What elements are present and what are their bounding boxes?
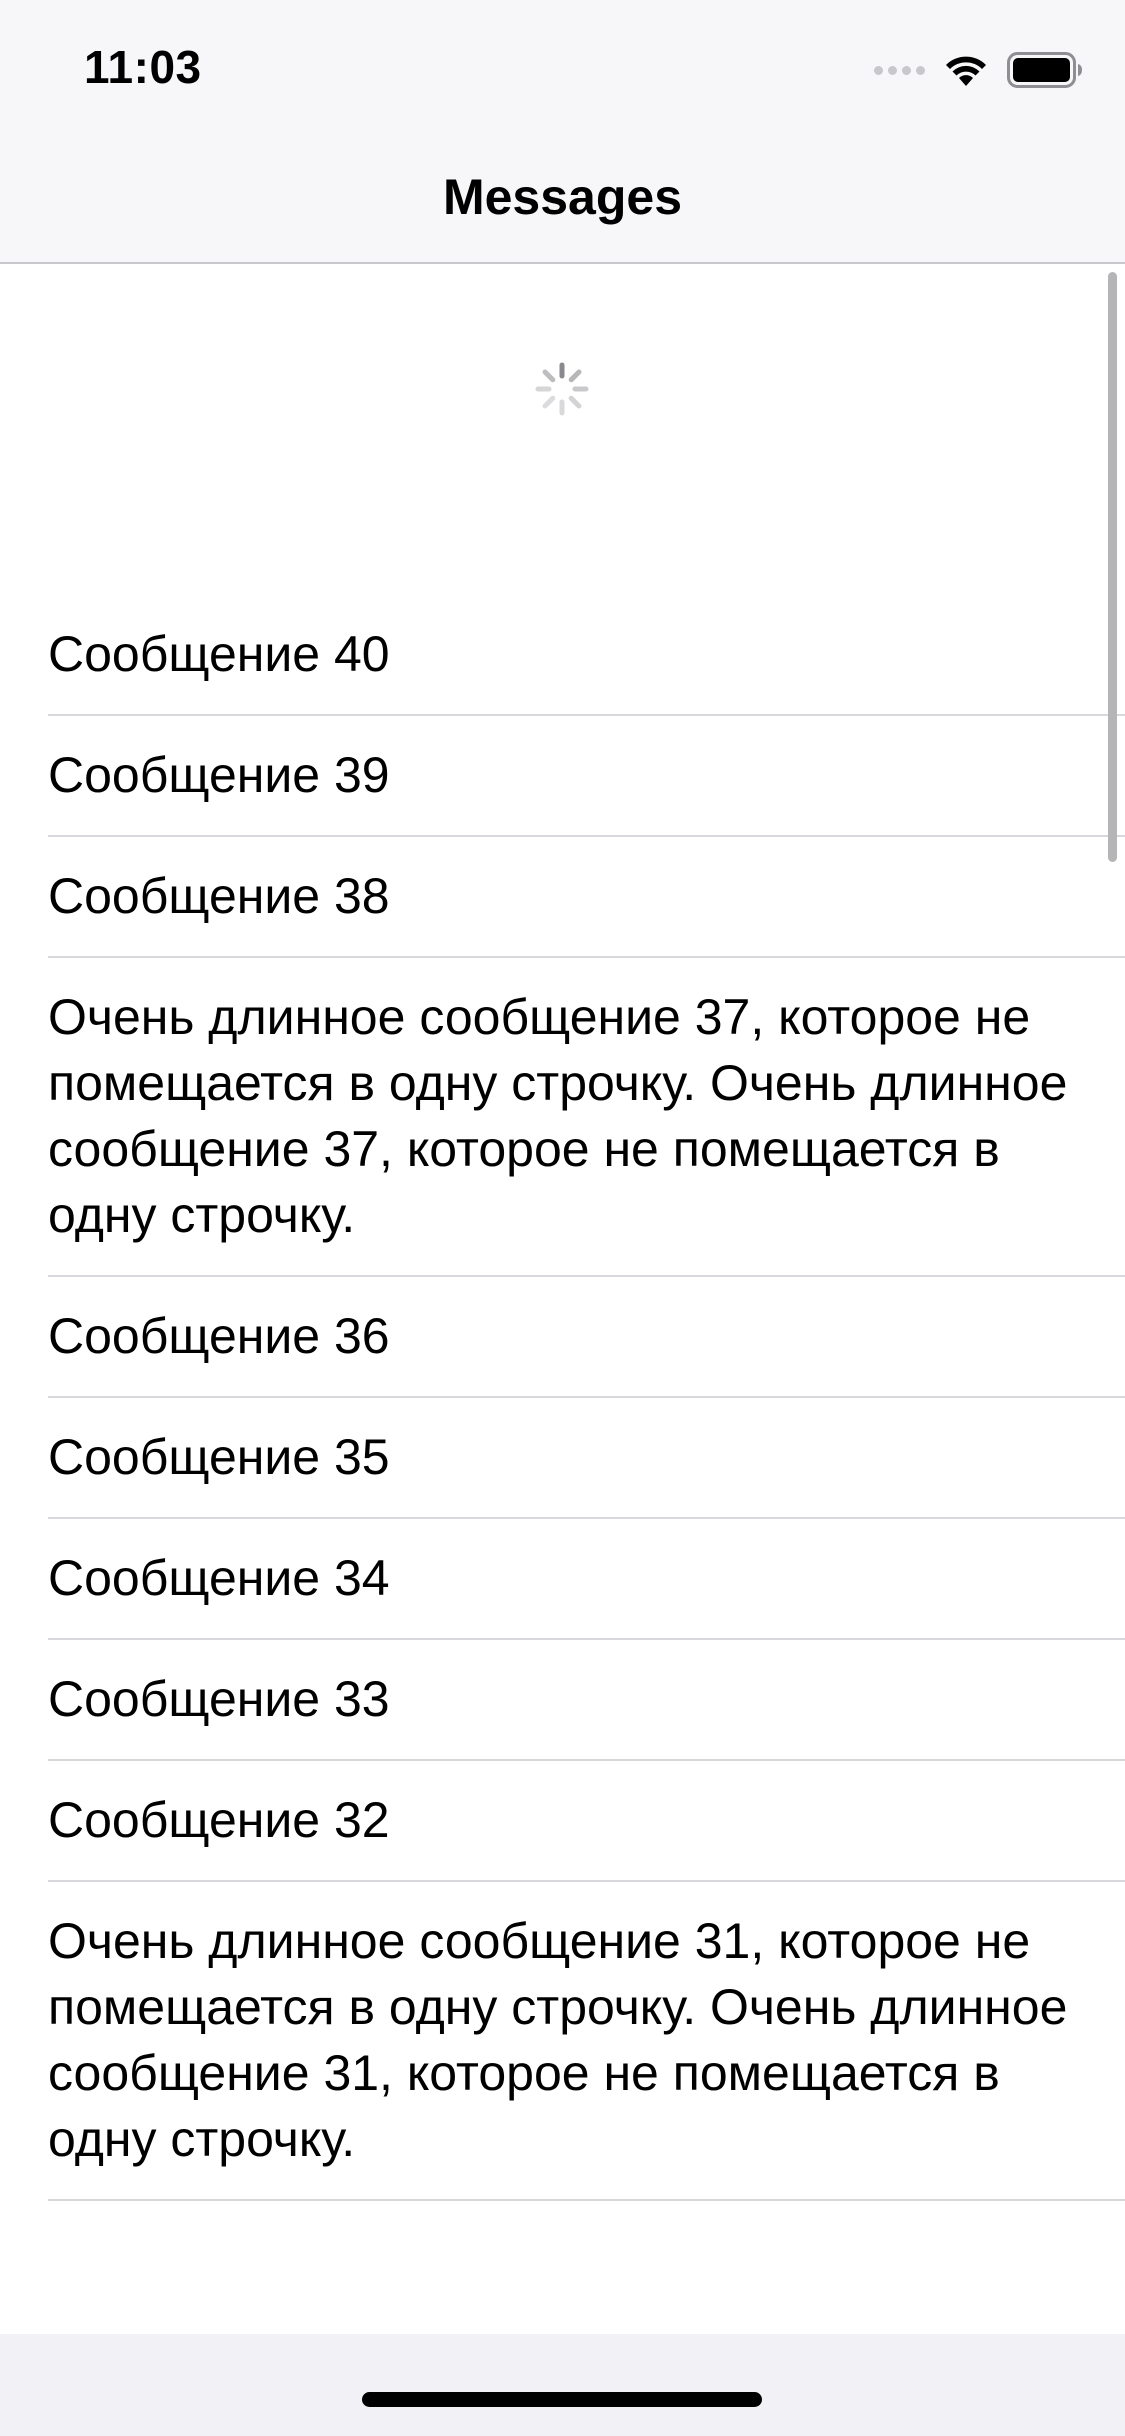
message-text: Сообщение 34 — [48, 1550, 390, 1606]
message-text: Сообщение 40 — [48, 626, 390, 682]
message-text: Сообщение 39 — [48, 747, 390, 803]
wifi-icon — [946, 56, 986, 86]
message-row-32[interactable]: Сообщение 32 — [0, 1761, 1125, 1880]
message-row-38[interactable]: Сообщение 38 — [0, 837, 1125, 956]
status-time: 11:03 — [84, 41, 202, 93]
activity-spinner-icon — [535, 362, 589, 416]
message-row-33[interactable]: Сообщение 33 — [0, 1640, 1125, 1759]
message-row-37[interactable]: Очень длинное сообщение 37, которое не п… — [0, 958, 1125, 1275]
status-icons — [874, 48, 1083, 92]
message-row-31[interactable]: Очень длинное сообщение 31, которое не п… — [0, 1882, 1125, 2199]
message-text: Очень длинное сообщение 37, которое не п… — [48, 989, 1068, 1243]
battery-icon — [1007, 52, 1082, 88]
message-text: Сообщение 32 — [48, 1792, 390, 1848]
message-row-34[interactable]: Сообщение 34 — [0, 1519, 1125, 1638]
navigation-bar: Messages — [0, 132, 1125, 264]
message-text: Сообщение 38 — [48, 868, 390, 924]
message-row-36[interactable]: Сообщение 36 — [0, 1277, 1125, 1396]
loading-indicator-row — [0, 265, 1125, 595]
row-separator — [48, 2199, 1125, 2201]
message-text: Сообщение 33 — [48, 1671, 390, 1727]
message-text: Сообщение 36 — [48, 1308, 390, 1364]
page-title: Messages — [442, 169, 683, 225]
vertical-scrollbar[interactable] — [1108, 272, 1117, 862]
message-row-39[interactable]: Сообщение 39 — [0, 716, 1125, 835]
message-row-40[interactable]: Сообщение 40 — [0, 595, 1125, 714]
message-text: Сообщение 35 — [48, 1429, 390, 1485]
home-indicator[interactable] — [362, 2392, 762, 2407]
status-bar: 11:03 — [0, 0, 1125, 132]
cellular-icon — [874, 65, 925, 75]
message-text: Очень длинное сообщение 31, которое не п… — [48, 1913, 1068, 2167]
messages-table[interactable]: Сообщение 40 Сообщение 39 Сообщение 38 О… — [0, 265, 1125, 2335]
message-row-35[interactable]: Сообщение 35 — [0, 1398, 1125, 1517]
bottom-safe-area — [0, 2334, 1125, 2436]
